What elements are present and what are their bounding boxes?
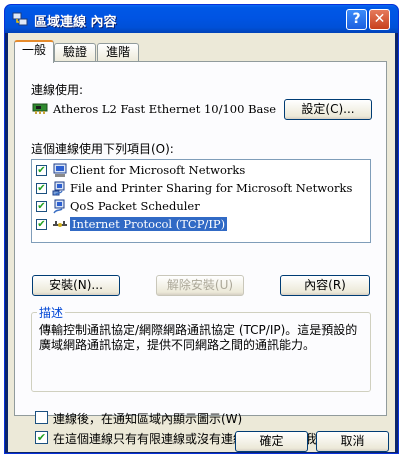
properties-button[interactable]: 內容(R) — [280, 275, 370, 296]
properties-window: 區域連線 內容 ? ✕ 一般 驗證 進階 連線使用: Atheros L2 Fa… — [4, 4, 399, 454]
list-item-file-printer-sharing[interactable]: ✔ File and Printer Sharing for Microsoft… — [36, 180, 364, 197]
checkbox-client[interactable]: ✔ — [36, 165, 47, 176]
dialog-body: 一般 驗證 進階 連線使用: Atheros L2 Fast Ethernet … — [8, 33, 395, 452]
checkbox-qos[interactable]: ✔ — [36, 201, 47, 212]
show-icon-checkbox[interactable] — [35, 411, 48, 424]
item-label: File and Printer Sharing for Microsoft N… — [70, 181, 353, 195]
checkbox-tcpip[interactable]: ✔ — [36, 219, 47, 230]
window-title: 區域連線 內容 — [34, 15, 117, 30]
item-label: Client for Microsoft Networks — [70, 163, 246, 177]
title-bar[interactable]: 區域連線 內容 ? ✕ — [5, 5, 398, 33]
components-list[interactable]: ✔ Client for Microsoft Networks ✔ File a… — [31, 159, 371, 243]
help-icon: ? — [352, 11, 361, 27]
close-icon: ✕ — [373, 11, 386, 27]
checkbox-file-printer-sharing[interactable]: ✔ — [36, 183, 47, 194]
tab-authentication[interactable]: 驗證 — [54, 43, 96, 62]
components-label: 這個連線使用下列項目(O): — [31, 142, 174, 156]
connect-using-label: 連線使用: — [31, 83, 84, 97]
network-adapter-icon — [32, 103, 48, 114]
cancel-button[interactable]: 取消 — [316, 431, 389, 452]
item-label: QoS Packet Scheduler — [70, 199, 200, 213]
help-button[interactable]: ? — [346, 9, 367, 30]
notify-limited-checkbox[interactable]: ✔ — [35, 431, 48, 444]
network-connection-icon — [12, 12, 28, 26]
tab-general[interactable]: 一般 — [14, 40, 54, 63]
qos-scheduler-icon — [53, 199, 65, 214]
list-item-client[interactable]: ✔ Client for Microsoft Networks — [36, 162, 364, 179]
network-client-icon — [53, 163, 67, 177]
uninstall-button[interactable]: 解除安裝(U) — [156, 275, 244, 296]
protocol-icon — [53, 221, 67, 227]
list-item-tcpip[interactable]: ✔ Internet Protocol (TCP/IP) — [36, 216, 364, 233]
adapter-name: Atheros L2 Fast Ethernet 10/100 Base — [53, 102, 277, 116]
tab-advanced[interactable]: 進階 — [97, 43, 139, 62]
general-tab-panel: 連線使用: Atheros L2 Fast Ethernet 10/100 Ba… — [14, 61, 387, 446]
close-button[interactable]: ✕ — [369, 9, 390, 30]
description-title: 描述 — [37, 304, 66, 321]
ok-button[interactable]: 確定 — [235, 431, 308, 452]
item-label: Internet Protocol (TCP/IP) — [70, 217, 228, 231]
list-item-qos[interactable]: ✔ QoS Packet Scheduler — [36, 198, 364, 215]
configure-button[interactable]: 設定(C)... — [284, 99, 372, 120]
description-text: 傳輸控制通訊協定/網際網路通訊協定 (TCP/IP)。這是預設的廣域網路通訊協定… — [39, 323, 358, 352]
install-button[interactable]: 安裝(N)... — [32, 275, 120, 296]
file-printer-sharing-icon — [52, 181, 65, 196]
option-label: 連線後，在通知區域內顯示圖示(W) — [53, 412, 243, 426]
